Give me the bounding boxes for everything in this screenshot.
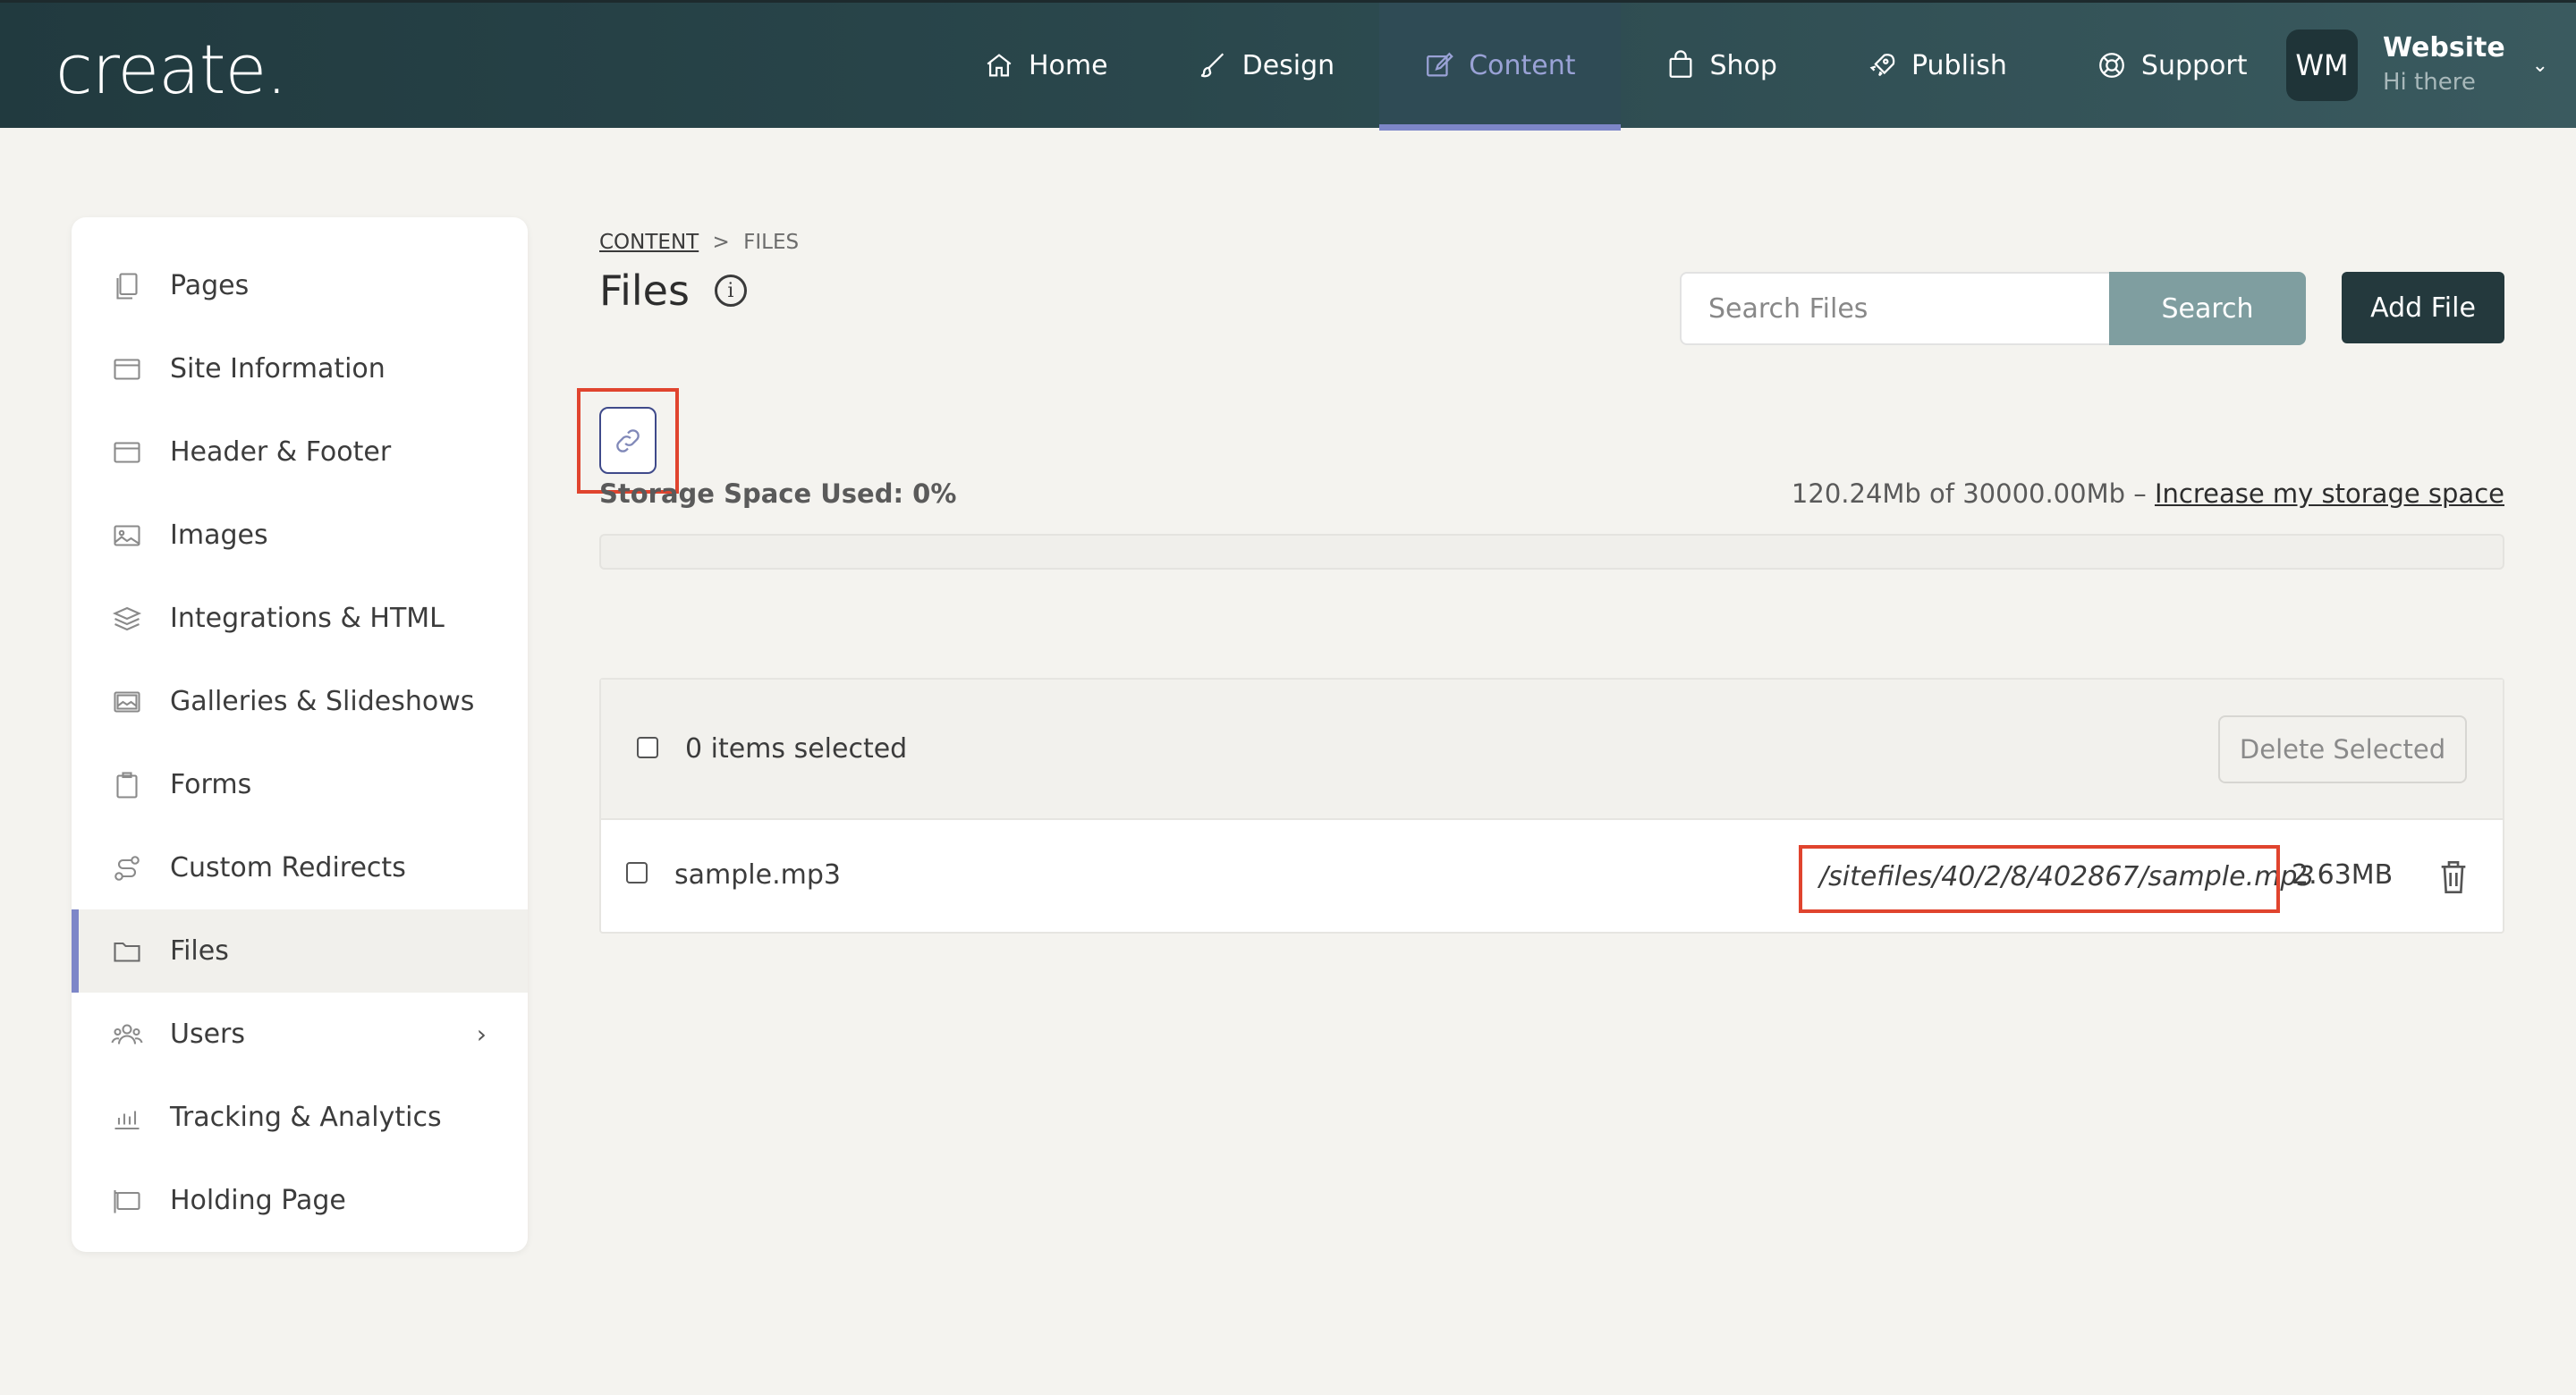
user-greeting: Hi there [2383,69,2476,96]
nav-design[interactable]: Design [1153,3,1380,128]
file-size: 2.63MB [2292,859,2394,891]
sidebar-item-integrations[interactable]: Integrations & HTML [72,577,528,660]
nav-content[interactable]: Content [1379,3,1621,131]
select-all-checkbox[interactable] [637,737,658,758]
user-menu[interactable]: WM Website Hi there ⌄ [2286,30,2548,101]
nav-shop[interactable]: Shop [1621,3,1822,128]
sidebar-item-header-footer[interactable]: Header & Footer [72,410,528,494]
image-icon [114,524,140,546]
copy-link-button[interactable] [599,407,657,474]
sidebar-item-pages[interactable]: Pages [72,244,528,327]
files-table: 0 items selected Delete Selected sample.… [599,678,2504,934]
nav-publish[interactable]: Publish [1822,3,2052,128]
nav-home[interactable]: Home [939,3,1153,128]
storage-used-label: Storage Space Used: 0% [599,478,957,509]
table-row: sample.mp3 /sitefiles/40/2/8/402867/samp… [601,820,2503,934]
file-path-link[interactable]: /sitefiles/40/2/8/402867/sample.mp3 [1819,861,2314,892]
rocket-icon [1869,54,1895,77]
increase-storage-link[interactable]: Increase my storage space [2155,478,2504,509]
sidebar-item-label: Custom Redirects [170,852,406,884]
sidebar-item-label: Integrations & HTML [170,603,445,634]
storage-progress-bar [599,534,2504,570]
sidebar-item-label: Users [170,1019,246,1050]
sidebar-item-label: Site Information [170,353,386,385]
user-name: Website [2383,32,2505,63]
breadcrumb-separator: > [712,231,730,254]
sidebar-item-label: Files [170,935,229,967]
storage-usage: 120.24Mb of 30000.00Mb – Increase my sto… [1792,478,2504,509]
sidebar-item-label: Forms [170,769,252,800]
breadcrumb: CONTENT > FILES [599,231,799,254]
sidebar: Pages Site Information Header & Footer I… [72,217,528,1252]
sidebar-item-galleries[interactable]: Galleries & Slideshows [72,660,528,743]
sidebar-item-label: Pages [170,270,250,301]
sidebar-item-forms[interactable]: Forms [72,743,528,826]
sidebar-item-custom-redirects[interactable]: Custom Redirects [72,826,528,909]
trash-icon[interactable] [2438,859,2469,895]
delete-selected-button[interactable]: Delete Selected [2218,715,2467,783]
nav-support-label: Support [2140,49,2248,81]
sidebar-item-label: Images [170,520,268,551]
search-button[interactable]: Search [2109,272,2306,345]
storage-usage-text: 120.24Mb of 30000.00Mb – [1791,478,2155,509]
top-navigation-bar: create. Home Design Content Shop Publish… [0,0,2576,131]
sidebar-item-site-information[interactable]: Site Information [72,327,528,410]
gallery-icon [114,690,140,713]
brand-logo[interactable]: create. [55,30,287,109]
chevron-right-icon: › [476,1019,487,1049]
sidebar-item-label: Header & Footer [170,436,392,468]
row-checkbox[interactable] [626,862,648,884]
folder-icon [114,942,140,962]
window-icon [114,441,140,463]
breadcrumb-content-link[interactable]: CONTENT [599,231,699,254]
sidebar-item-label: Galleries & Slideshows [170,686,475,717]
sidebar-item-label: Tracking & Analytics [170,1102,442,1133]
brush-icon [1200,53,1224,78]
file-name: sample.mp3 [674,859,841,891]
sidebar-item-users[interactable]: Users › [72,993,528,1076]
lifebuoy-icon [2099,53,2124,78]
sidebar-item-holding-page[interactable]: Holding Page [72,1159,528,1242]
home-icon [987,54,1012,77]
bag-icon [1669,50,1691,78]
nav-home-label: Home [1029,49,1108,81]
bar-chart-icon [114,1111,140,1129]
sidebar-item-label: Holding Page [170,1185,346,1216]
search-input[interactable] [1680,272,2111,345]
breadcrumb-current: FILES [743,231,800,254]
nav-publish-label: Publish [1911,49,2007,81]
pages-icon [116,272,138,300]
nav-shop-label: Shop [1709,49,1777,81]
sidebar-item-images[interactable]: Images [72,494,528,577]
window-icon [114,358,140,380]
page-title-wrap: Files i [599,266,747,315]
route-icon [114,855,140,881]
clipboard-icon [116,771,138,799]
files-table-header: 0 items selected Delete Selected [601,680,2503,820]
info-icon[interactable]: i [714,275,747,307]
avatar: WM [2286,30,2358,101]
selected-count: 0 items selected [685,733,908,765]
nav-content-label: Content [1469,49,1576,81]
sidebar-item-tracking[interactable]: Tracking & Analytics [72,1076,528,1159]
sidebar-item-files[interactable]: Files [72,909,528,993]
chevron-down-icon: ⌄ [2531,54,2549,77]
link-icon [616,428,640,452]
page-title: Files [599,266,690,315]
nav-support[interactable]: Support [2052,3,2292,128]
main-nav: Home Design Content Shop Publish Support [939,3,2292,131]
nav-design-label: Design [1241,49,1335,81]
edit-icon [1427,52,1453,77]
layers-icon [112,606,142,630]
holding-icon [114,1189,140,1213]
users-icon [111,1023,143,1044]
add-file-button[interactable]: Add File [2342,272,2504,343]
